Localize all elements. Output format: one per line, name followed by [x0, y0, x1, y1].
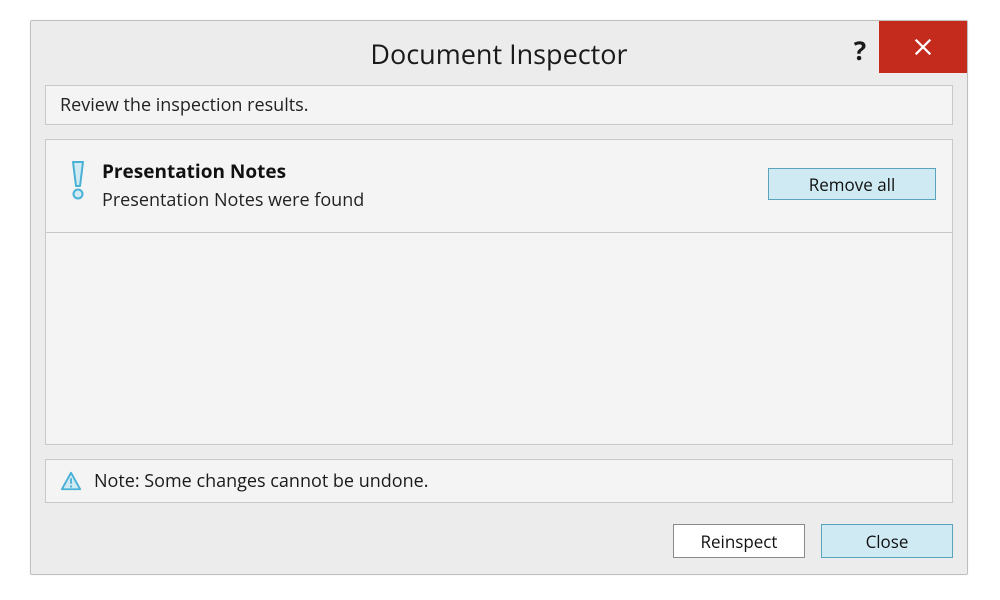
document-inspector-dialog: Document Inspector ? Review the inspecti…	[30, 20, 968, 575]
result-row: Presentation Notes Presentation Notes we…	[46, 140, 952, 233]
remove-all-button[interactable]: Remove all	[768, 168, 936, 200]
result-title: Presentation Notes	[102, 158, 768, 184]
help-button[interactable]: ?	[845, 35, 875, 65]
result-action: Remove all	[768, 158, 936, 200]
close-icon	[912, 36, 934, 58]
reinspect-button[interactable]: Reinspect	[673, 524, 805, 558]
dialog-title: Document Inspector	[370, 35, 627, 72]
result-description: Presentation Notes were found	[102, 188, 768, 212]
help-icon: ?	[854, 32, 866, 68]
instruction-text: Review the inspection results.	[60, 93, 308, 117]
note-panel: Note: Some changes cannot be undone.	[45, 459, 953, 503]
dialog-footer: Reinspect Close	[31, 510, 967, 574]
result-text: Presentation Notes Presentation Notes we…	[96, 158, 768, 212]
warning-icon	[60, 470, 82, 492]
results-panel: Presentation Notes Presentation Notes we…	[45, 139, 953, 445]
close-button[interactable]: Close	[821, 524, 953, 558]
note-text: Note: Some changes cannot be undone.	[94, 469, 429, 493]
alert-icon	[60, 158, 96, 200]
instruction-panel: Review the inspection results.	[45, 85, 953, 125]
titlebar: Document Inspector ?	[31, 21, 967, 85]
close-window-button[interactable]	[879, 21, 967, 73]
